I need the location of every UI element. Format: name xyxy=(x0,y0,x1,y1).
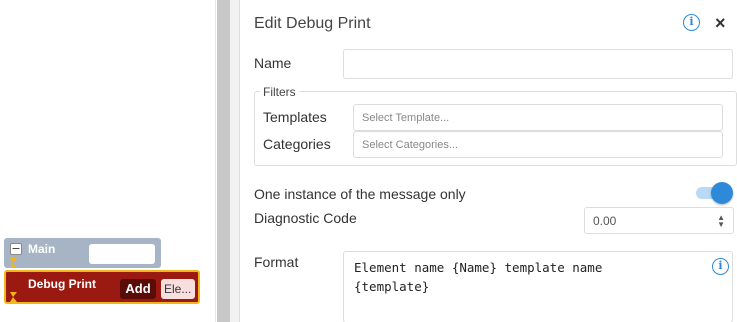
spinner-arrows-icon[interactable]: ▲ ▼ xyxy=(717,214,725,229)
connector-notch-icon xyxy=(10,258,17,268)
collapse-button[interactable]: − xyxy=(10,243,22,255)
one-instance-toggle[interactable] xyxy=(696,182,733,204)
categories-label: Categories xyxy=(263,136,331,152)
templates-select[interactable]: Select Template... xyxy=(353,104,723,131)
one-instance-label: One instance of the message only xyxy=(254,186,466,202)
name-input[interactable] xyxy=(343,49,733,79)
element-field[interactable]: Ele... xyxy=(161,279,195,299)
format-editor[interactable]: Element name {Name} template name {templ… xyxy=(343,251,733,322)
toggle-knob xyxy=(711,182,733,204)
main-block-label: Main xyxy=(28,242,56,256)
debug-print-block[interactable]: Debug Print Add Ele... xyxy=(4,270,200,304)
info-icon[interactable]: i xyxy=(683,14,700,31)
connector-notch-icon xyxy=(10,292,17,302)
add-button[interactable]: Add xyxy=(120,279,156,299)
name-label: Name xyxy=(254,55,292,71)
format-text[interactable]: Element name {Name} template name {templ… xyxy=(354,258,704,296)
main-block-field[interactable] xyxy=(89,244,155,264)
diagnostic-code-label: Diagnostic Code xyxy=(254,210,357,226)
close-icon[interactable]: × xyxy=(715,13,726,34)
splitter-gutter xyxy=(230,0,239,322)
block-canvas[interactable]: − Main Debug Print Add Ele... xyxy=(0,0,216,322)
panel-title: Edit Debug Print xyxy=(254,15,371,32)
templates-label: Templates xyxy=(263,109,327,125)
diagnostic-code-value: 0.00 xyxy=(593,214,617,228)
edit-panel: Edit Debug Print i × Name Filters Templa… xyxy=(239,0,737,322)
format-info-icon[interactable]: i xyxy=(712,258,729,275)
main-block[interactable]: − Main xyxy=(4,238,161,268)
diagnostic-code-input[interactable]: 0.00 ▲ ▼ xyxy=(584,207,734,234)
panel-splitter[interactable] xyxy=(217,0,230,322)
categories-select[interactable]: Select Categories... xyxy=(353,131,723,158)
filters-legend: Filters xyxy=(260,85,299,99)
format-label: Format xyxy=(254,254,299,270)
debug-print-block-label: Debug Print xyxy=(28,277,96,291)
